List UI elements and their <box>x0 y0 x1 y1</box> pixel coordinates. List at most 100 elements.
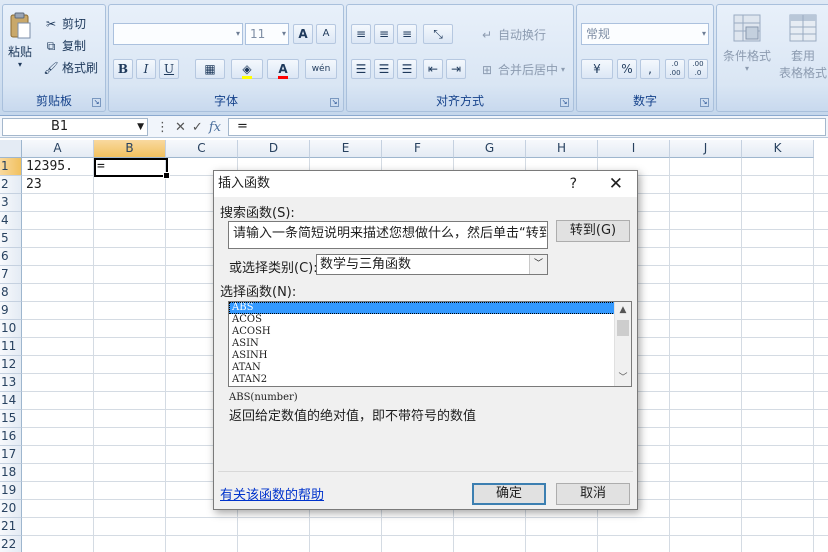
font-color-button[interactable]: A <box>267 59 299 79</box>
row-header-14[interactable]: 14 <box>0 392 22 410</box>
function-item-asinh[interactable]: ASINH <box>229 350 631 362</box>
column-header-d[interactable]: D <box>238 140 310 158</box>
row-header-10[interactable]: 10 <box>0 320 22 338</box>
decrease-decimal-button[interactable]: .00 .0 <box>688 59 708 79</box>
function-item-atan[interactable]: ATAN <box>229 362 631 374</box>
function-item-acosh[interactable]: ACOSH <box>229 326 631 338</box>
ok-button[interactable]: 确定 <box>472 483 546 505</box>
column-header-g[interactable]: G <box>454 140 526 158</box>
search-function-input[interactable]: 请输入一条简短说明来描述您想做什么，然后单击“转到” <box>228 221 548 249</box>
font-size-combo[interactable]: 11 ▾ <box>245 23 289 45</box>
row-header-16[interactable]: 16 <box>0 428 22 446</box>
row-header-13[interactable]: 13 <box>0 374 22 392</box>
row-header-19[interactable]: 19 <box>0 482 22 500</box>
column-header-e[interactable]: E <box>310 140 382 158</box>
function-list-scrollbar[interactable]: ▲ ﹀ <box>614 302 631 386</box>
font-name-combo[interactable]: ▾ <box>113 23 243 45</box>
format-painter-button[interactable]: 🖌 格式刷 <box>43 59 98 76</box>
percent-button[interactable]: % <box>617 59 637 79</box>
row-header-2[interactable]: 2 <box>0 176 22 194</box>
align-left-button[interactable]: ☰ <box>351 59 371 79</box>
fill-color-button[interactable]: ◈ <box>231 59 263 79</box>
row-header-17[interactable]: 17 <box>0 446 22 464</box>
category-select[interactable]: 数学与三角函数 ﹀ <box>316 254 548 275</box>
align-middle-button[interactable]: ≡ <box>374 24 394 44</box>
cancel-icon[interactable]: ✕ <box>175 120 186 135</box>
bold-button[interactable]: B <box>113 59 133 79</box>
function-item-asin[interactable]: ASIN <box>229 338 631 350</box>
format-as-table-button[interactable]: 套用 表格格式 <box>775 13 828 81</box>
row-header-5[interactable]: 5 <box>0 230 22 248</box>
function-listbox[interactable]: ABS ACOS ACOSH ASIN ASINH ATAN ATAN2 ▲ ﹀ <box>228 301 632 387</box>
cut-button[interactable]: ✂ 剪切 <box>43 15 86 32</box>
paste-button[interactable]: 粘贴 ▾ <box>5 11 35 69</box>
merge-center-button[interactable]: ⊞ 合并后居中 ▾ <box>479 61 565 78</box>
function-item-atan2[interactable]: ATAN2 <box>229 374 631 386</box>
accounting-format-button[interactable]: ¥ <box>581 59 613 79</box>
copy-button[interactable]: ⧉ 复制 <box>43 37 86 54</box>
chevron-down-icon[interactable]: ▼ <box>137 119 144 135</box>
number-launcher-icon[interactable]: ↘ <box>700 98 709 107</box>
phonetic-button[interactable]: wén <box>305 59 337 79</box>
function-item-acos[interactable]: ACOS <box>229 314 631 326</box>
column-header-i[interactable]: I <box>598 140 670 158</box>
row-header-8[interactable]: 8 <box>0 284 22 302</box>
select-all-corner[interactable] <box>0 140 22 158</box>
chevron-down-icon[interactable]: ﹀ <box>529 255 547 274</box>
scroll-thumb[interactable] <box>617 320 629 336</box>
row-header-21[interactable]: 21 <box>0 518 22 536</box>
row-header-12[interactable]: 12 <box>0 356 22 374</box>
increase-decimal-button[interactable]: .0 .00 <box>665 59 685 79</box>
close-icon[interactable]: ✕ <box>609 171 623 197</box>
alignment-launcher-icon[interactable]: ↘ <box>560 98 569 107</box>
number-format-combo[interactable]: 常规 ▾ <box>581 23 709 45</box>
row-header-9[interactable]: 9 <box>0 302 22 320</box>
align-right-button[interactable]: ☰ <box>397 59 417 79</box>
row-header-15[interactable]: 15 <box>0 410 22 428</box>
column-header-j[interactable]: J <box>670 140 742 158</box>
align-top-button[interactable]: ≡ <box>351 24 371 44</box>
conditional-format-button[interactable]: 条件格式 ▾ <box>719 13 775 73</box>
decrease-indent-button[interactable]: ⇤ <box>423 59 443 79</box>
scroll-up-icon[interactable]: ▲ <box>615 302 631 318</box>
row-header-6[interactable]: 6 <box>0 248 22 266</box>
row-header-22[interactable]: 22 <box>0 536 22 552</box>
go-button[interactable]: 转到(G) <box>556 220 630 242</box>
shrink-font-button[interactable]: A <box>316 24 336 44</box>
column-header-c[interactable]: C <box>166 140 238 158</box>
insert-function-icon[interactable]: fx <box>209 120 221 135</box>
increase-indent-button[interactable]: ⇥ <box>446 59 466 79</box>
align-center-button[interactable]: ☰ <box>374 59 394 79</box>
row-header-3[interactable]: 3 <box>0 194 22 212</box>
column-header-f[interactable]: F <box>382 140 454 158</box>
italic-button[interactable]: I <box>136 59 156 79</box>
row-header-18[interactable]: 18 <box>0 464 22 482</box>
paste-dropdown-icon[interactable]: ▾ <box>5 60 35 69</box>
orientation-button[interactable]: ⤡ <box>423 24 453 44</box>
function-help-link[interactable]: 有关该函数的帮助 <box>220 484 324 503</box>
formula-input[interactable]: = <box>228 118 826 136</box>
underline-button[interactable]: U <box>159 59 179 79</box>
cancel-button[interactable]: 取消 <box>556 483 630 505</box>
name-box[interactable]: B1 ▼ <box>2 118 148 136</box>
row-header-7[interactable]: 7 <box>0 266 22 284</box>
enter-icon[interactable]: ✓ <box>192 120 203 135</box>
function-item-abs[interactable]: ABS <box>229 302 631 314</box>
column-header-h[interactable]: H <box>526 140 598 158</box>
comma-button[interactable]: , <box>640 59 660 79</box>
column-header-k[interactable]: K <box>742 140 814 158</box>
wrap-text-button[interactable]: ↵ 自动换行 <box>479 26 546 43</box>
row-header-1[interactable]: 1 <box>0 158 22 176</box>
row-header-4[interactable]: 4 <box>0 212 22 230</box>
scroll-down-icon[interactable]: ﹀ <box>615 370 631 386</box>
font-launcher-icon[interactable]: ↘ <box>330 98 339 107</box>
column-header-a[interactable]: A <box>22 140 94 158</box>
border-button[interactable]: ▦ <box>195 59 225 79</box>
column-header-b[interactable]: B <box>94 140 166 158</box>
grow-font-button[interactable]: A <box>293 24 313 44</box>
row-header-11[interactable]: 11 <box>0 338 22 356</box>
help-icon[interactable]: ? <box>570 171 577 197</box>
cell-A1[interactable]: 12395. 23 <box>26 158 94 192</box>
align-bottom-button[interactable]: ≡ <box>397 24 417 44</box>
clipboard-launcher-icon[interactable]: ↘ <box>92 98 101 107</box>
